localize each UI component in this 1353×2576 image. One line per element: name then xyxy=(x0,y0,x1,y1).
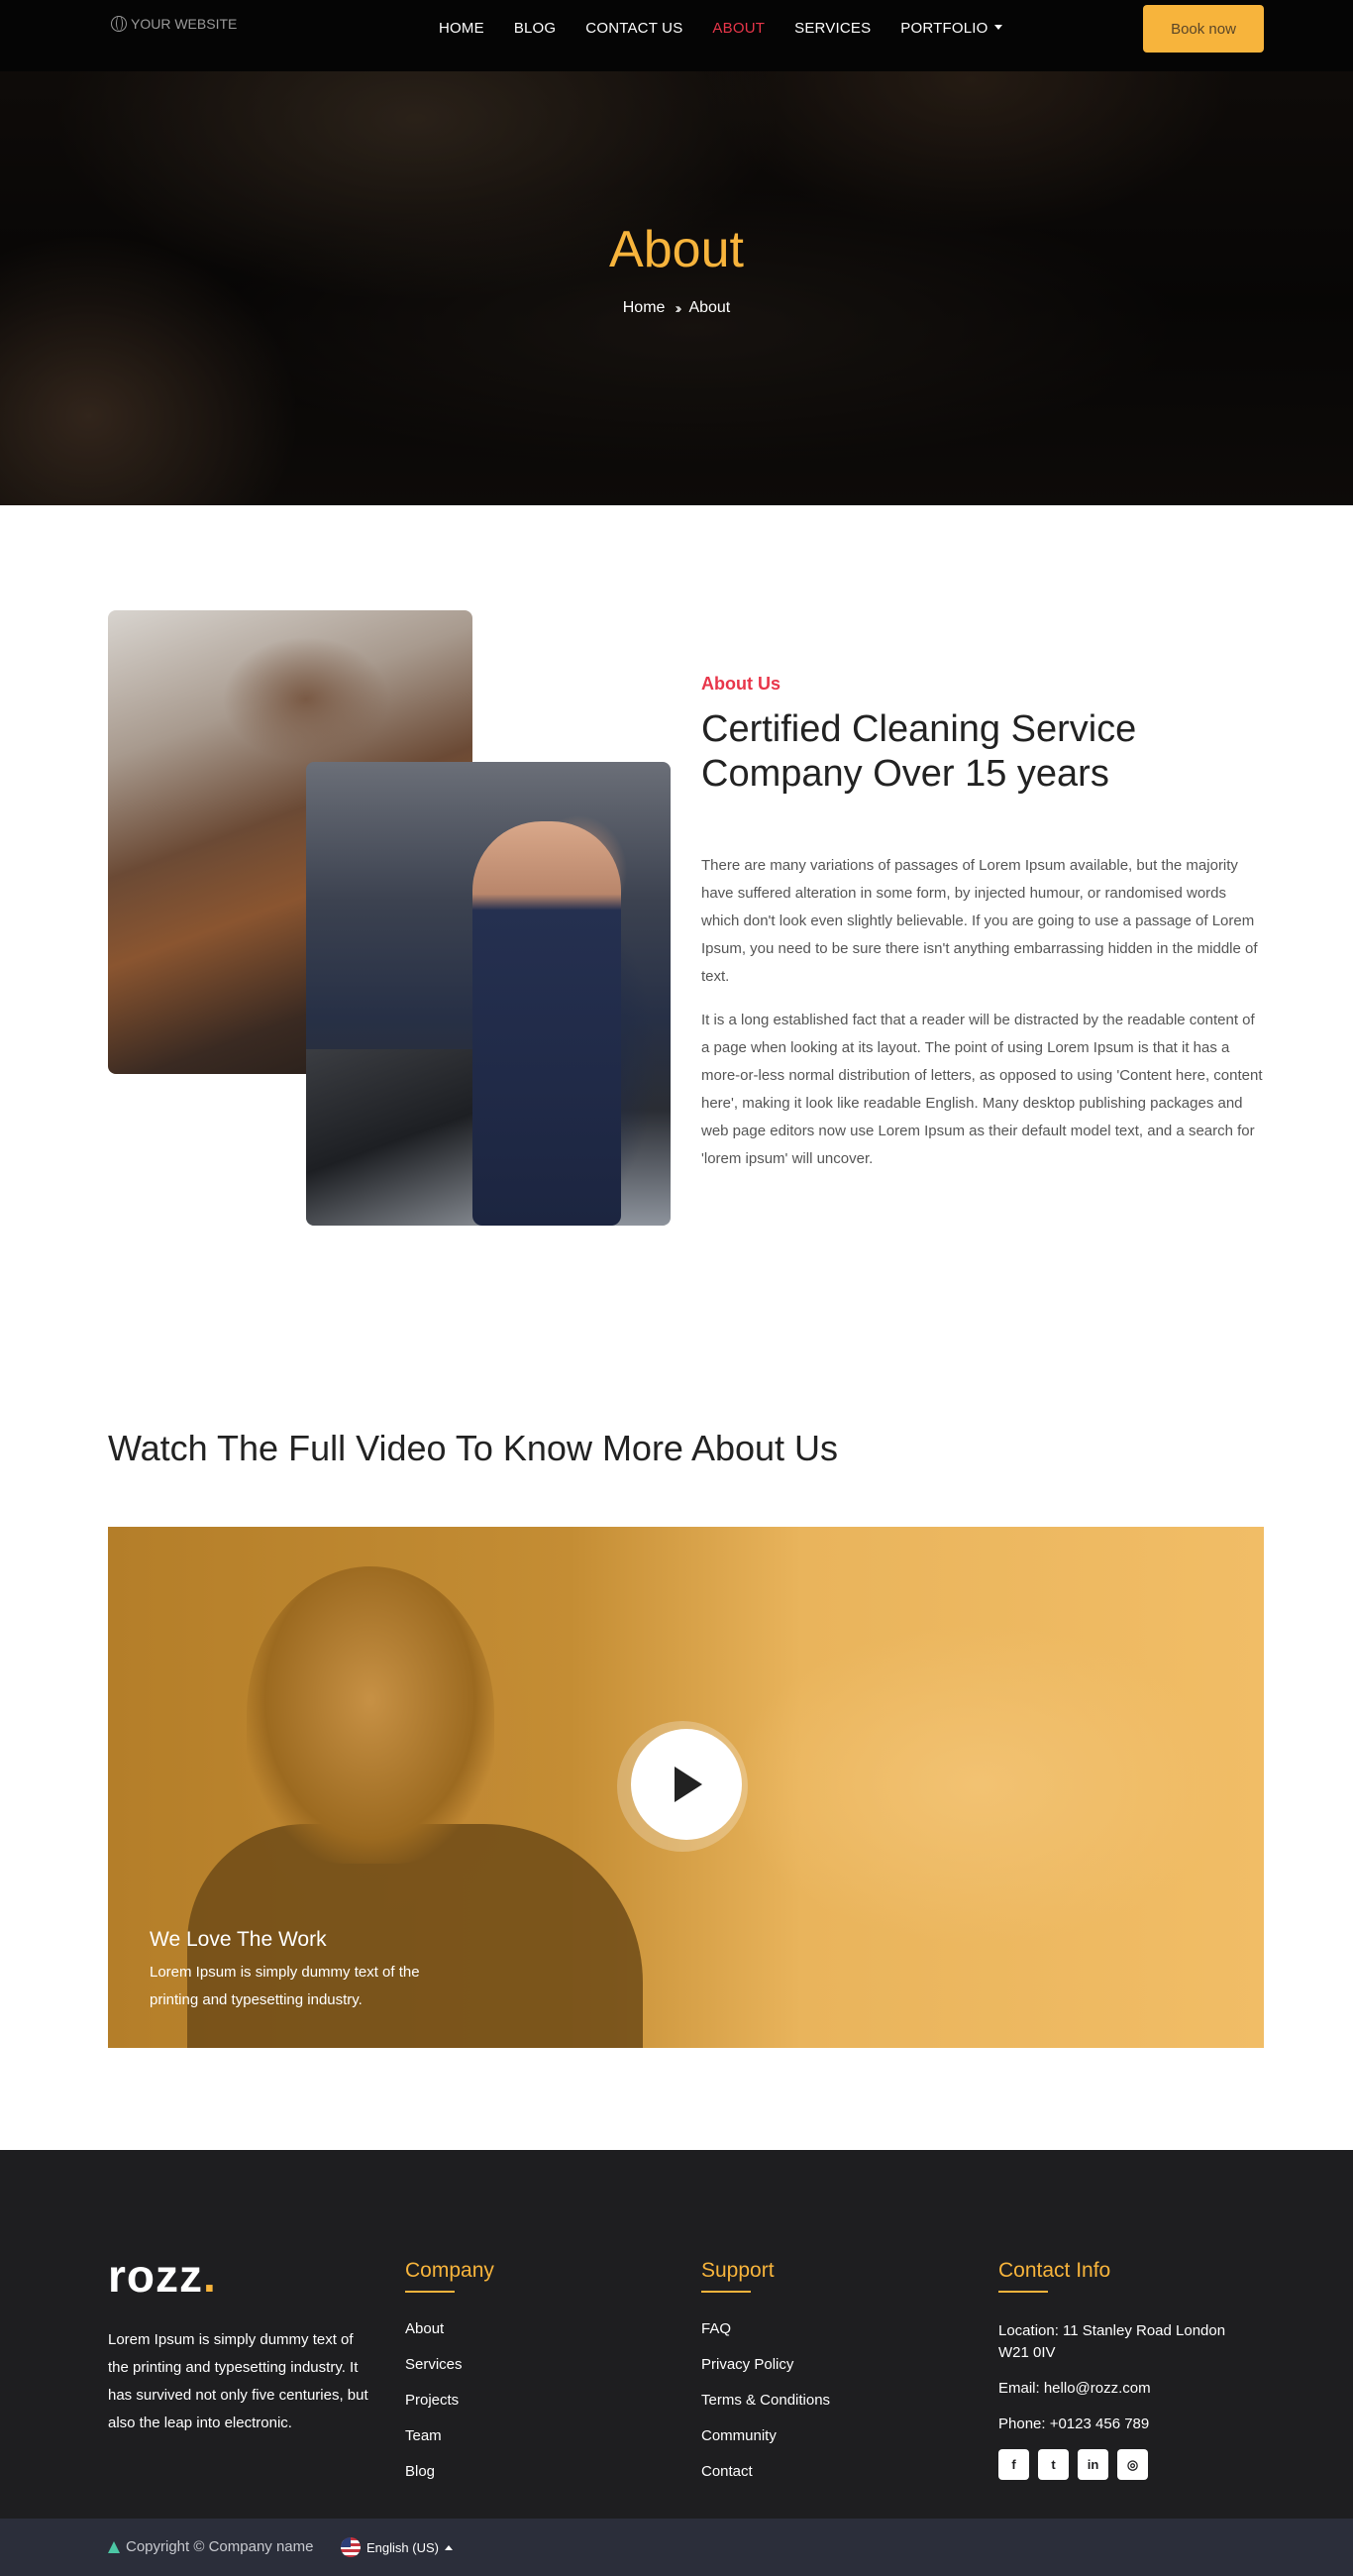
video-heading: Watch The Full Video To Know More About … xyxy=(108,1428,839,1468)
footer-column-title: Contact Info xyxy=(998,2259,1111,2282)
video-caption-text: Lorem Ipsum is simply dummy text of the … xyxy=(150,1964,420,2008)
footer-link-privacy[interactable]: Privacy Policy xyxy=(701,2356,830,2392)
copyright-text: Copyright © Company name xyxy=(126,2538,314,2555)
facebook-icon[interactable]: f xyxy=(998,2449,1029,2480)
us-flag-icon xyxy=(341,2537,361,2557)
brand-dot: . xyxy=(203,2250,217,2302)
footer-link-contact[interactable]: Contact xyxy=(701,2463,830,2499)
language-label: English (US) xyxy=(366,2539,439,2555)
book-now-button[interactable]: Book now xyxy=(1143,5,1264,53)
nav-contact-us[interactable]: CONTACT US xyxy=(585,20,682,37)
mechanic-figure xyxy=(472,821,621,1226)
double-chevron-right-icon: ›› xyxy=(675,299,681,317)
logo-text: YOUR WEBSITE xyxy=(131,16,238,32)
video-player[interactable]: We Love The Work Lorem Ipsum is simply d… xyxy=(108,1527,1264,2048)
video-caption-title: We Love The Work xyxy=(150,1928,327,1951)
nav-services[interactable]: SERVICES xyxy=(794,20,871,37)
page-title: About xyxy=(609,221,744,278)
instagram-icon[interactable]: ◎ xyxy=(1117,2449,1148,2480)
breadcrumb-home[interactable]: Home xyxy=(623,299,666,317)
footer-link-terms[interactable]: Terms & Conditions xyxy=(701,2392,830,2427)
tree-icon xyxy=(108,2540,120,2553)
contact-phone[interactable]: Phone: +0123 456 789 xyxy=(998,2414,1254,2435)
nav-portfolio[interactable]: PORTFOLIO xyxy=(900,20,1002,37)
footer-column-title: Company xyxy=(405,2259,494,2282)
about-kicker: About Us xyxy=(701,674,781,694)
nav-about[interactable]: ABOUT xyxy=(712,20,765,37)
footer-link-about[interactable]: About xyxy=(405,2320,494,2356)
hero-banner: YOUR WEBSITE HOME BLOG CONTACT US ABOUT … xyxy=(0,0,1353,505)
social-links: f t in ◎ xyxy=(998,2449,1254,2480)
footer: rozz. Lorem Ipsum is simply dummy text o… xyxy=(0,2150,1353,2520)
nav-home[interactable]: HOME xyxy=(439,20,484,37)
footer-link-services[interactable]: Services xyxy=(405,2356,494,2392)
footer-contact-column: Contact Info Location: 11 Stanley Road L… xyxy=(998,2259,1254,2480)
linkedin-icon[interactable]: in xyxy=(1078,2449,1108,2480)
footer-support-column: Support FAQ Privacy Policy Terms & Condi… xyxy=(701,2259,830,2499)
title-underline xyxy=(701,2291,751,2293)
breadcrumb: Home ›› About xyxy=(0,299,1353,317)
breadcrumb-current: About xyxy=(688,299,731,316)
footer-link-team[interactable]: Team xyxy=(405,2427,494,2463)
footer-column-title: Support xyxy=(701,2259,775,2282)
title-underline xyxy=(998,2291,1048,2293)
contact-email[interactable]: Email: hello@rozz.com xyxy=(998,2378,1254,2400)
footer-link-projects[interactable]: Projects xyxy=(405,2392,494,2427)
globe-icon xyxy=(111,16,127,32)
footer-bottom-bar: Copyright © Company name English (US) xyxy=(0,2519,1353,2576)
mechanic-photo xyxy=(306,762,671,1226)
language-selector[interactable]: English (US) xyxy=(341,2537,453,2557)
about-paragraph: It is a long established fact that a rea… xyxy=(701,1012,1263,1167)
footer-brand-logo[interactable]: rozz. xyxy=(108,2249,217,2303)
brand-name: rozz xyxy=(108,2250,203,2302)
footer-company-column: Company About Services Projects Team Blo… xyxy=(405,2259,494,2499)
video-figure-head xyxy=(247,1566,494,1864)
chevron-up-icon xyxy=(444,2544,453,2550)
nav-blog[interactable]: BLOG xyxy=(514,20,556,37)
play-icon xyxy=(675,1767,702,1802)
navbar: YOUR WEBSITE HOME BLOG CONTACT US ABOUT … xyxy=(0,0,1353,71)
footer-link-blog[interactable]: Blog xyxy=(405,2463,494,2499)
site-logo[interactable]: YOUR WEBSITE xyxy=(111,16,237,32)
footer-link-community[interactable]: Community xyxy=(701,2427,830,2463)
about-title: Certified Cleaning Service Company Over … xyxy=(701,708,1137,795)
about-paragraph: There are many variations of passages of… xyxy=(701,857,1258,985)
twitter-icon[interactable]: t xyxy=(1038,2449,1069,2480)
main-nav: HOME BLOG CONTACT US ABOUT SERVICES PORT… xyxy=(439,20,1032,37)
chevron-down-icon xyxy=(993,25,1002,30)
play-button[interactable] xyxy=(631,1729,742,1840)
footer-link-faq[interactable]: FAQ xyxy=(701,2320,830,2356)
nav-portfolio-label: PORTFOLIO xyxy=(900,20,989,37)
title-underline xyxy=(405,2291,455,2293)
copyright: Copyright © Company name xyxy=(108,2538,313,2555)
footer-about-text: Lorem Ipsum is simply dummy text of the … xyxy=(108,2331,368,2431)
contact-location: Location: 11 Stanley Road London W21 0IV xyxy=(998,2322,1226,2361)
